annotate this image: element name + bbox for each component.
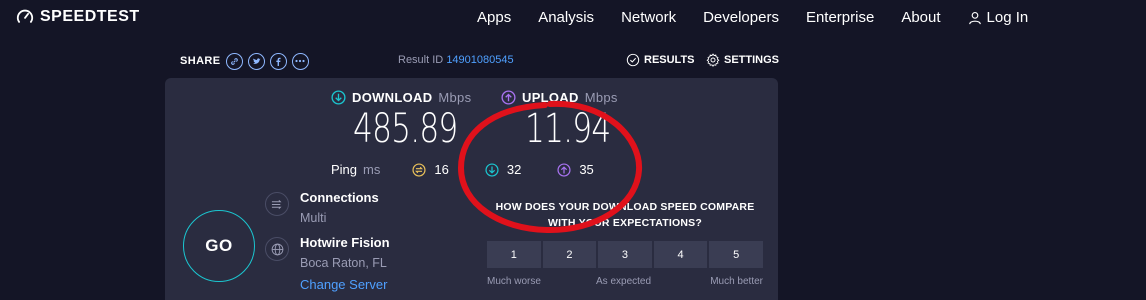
download-speed: 485.89 [353, 106, 458, 152]
nav-about[interactable]: About [901, 9, 940, 26]
go-button[interactable]: GO [183, 210, 255, 282]
speedtest-logo[interactable]: SPEEDTEST [16, 8, 140, 26]
result-id-link[interactable]: 14901080545 [446, 54, 513, 66]
nav-developers[interactable]: Developers [703, 9, 779, 26]
rating-option-4[interactable]: 4 [653, 241, 708, 268]
login-link[interactable]: Log In [968, 9, 1029, 26]
idle-ping-icon [412, 162, 426, 177]
upload-unit: Mbps [584, 90, 618, 105]
settings-label: SETTINGS [724, 54, 780, 66]
upload-ping-icon [557, 162, 571, 177]
upload-label: UPLOAD [522, 90, 579, 105]
server-name: Hotwire Fision [300, 235, 390, 250]
scale-mid: As expected [596, 276, 652, 287]
scale-low: Much worse [487, 276, 541, 287]
rating-option-5[interactable]: 5 [709, 241, 763, 268]
more-icon[interactable] [291, 52, 309, 70]
nav-apps[interactable]: Apps [477, 9, 511, 26]
nav-network[interactable]: Network [621, 9, 676, 26]
download-label: DOWNLOAD [352, 90, 433, 105]
download-ping-value: 32 [506, 162, 522, 177]
connections-icon [265, 192, 289, 216]
download-ping-icon [485, 162, 499, 177]
rating-option-1[interactable]: 1 [487, 241, 541, 268]
scale-high: Much better [710, 276, 763, 287]
result-id: Result ID 14901080545 [398, 54, 514, 66]
login-label: Log In [986, 9, 1029, 26]
ping-row: Ping ms 16 32 35 [331, 162, 630, 177]
ping-upload: 35 [557, 162, 594, 177]
brand-name: SPEEDTEST [40, 8, 140, 25]
idle-ping-value: 16 [434, 162, 449, 177]
share-bar: SHARE Result ID 14901080545 RESULTS SETT… [180, 50, 779, 72]
ping-download: 32 [485, 162, 521, 177]
change-server-link[interactable]: Change Server [300, 277, 387, 292]
nav-analysis[interactable]: Analysis [538, 9, 594, 26]
settings-link[interactable]: SETTINGS [706, 53, 779, 67]
rating-option-3[interactable]: 3 [598, 241, 652, 268]
results-panel: DOWNLOAD Mbps 485.89 UPLOAD Mbps 11.94 P… [165, 78, 778, 300]
facebook-icon[interactable] [269, 52, 287, 70]
globe-icon [265, 237, 289, 261]
user-icon [968, 11, 981, 24]
upload-icon [501, 90, 516, 105]
upload-header: UPLOAD Mbps [501, 90, 618, 105]
download-unit: Mbps [438, 90, 472, 105]
twitter-icon[interactable] [247, 52, 265, 70]
check-circle-icon [626, 53, 640, 67]
rating-option-2[interactable]: 2 [542, 241, 597, 268]
download-icon [331, 90, 346, 105]
upload-ping-value: 35 [579, 162, 594, 177]
speedometer-icon [16, 9, 34, 23]
survey-rating: 1 2 3 4 5 [487, 241, 763, 268]
link-icon[interactable] [225, 52, 243, 70]
results-label: RESULTS [644, 54, 695, 66]
connections-value[interactable]: Multi [300, 211, 326, 225]
upload-speed: 11.94 [525, 106, 611, 152]
results-link[interactable]: RESULTS [626, 53, 695, 67]
server-location: Boca Raton, FL [300, 256, 387, 270]
result-id-label: Result ID [398, 54, 444, 66]
ping-idle: 16 [412, 162, 449, 177]
download-header: DOWNLOAD Mbps [331, 90, 471, 105]
survey-question: HOW DOES YOUR DOWNLOAD SPEED COMPARE WIT… [495, 201, 755, 229]
ping-label: Ping [331, 162, 358, 177]
nav-enterprise[interactable]: Enterprise [806, 9, 874, 26]
share-label: SHARE [180, 55, 221, 67]
ping-unit: ms [363, 162, 381, 177]
main-nav: Apps Analysis Network Developers Enterpr… [477, 9, 1028, 26]
gear-icon [706, 53, 720, 67]
connections-title: Connections [300, 190, 379, 205]
